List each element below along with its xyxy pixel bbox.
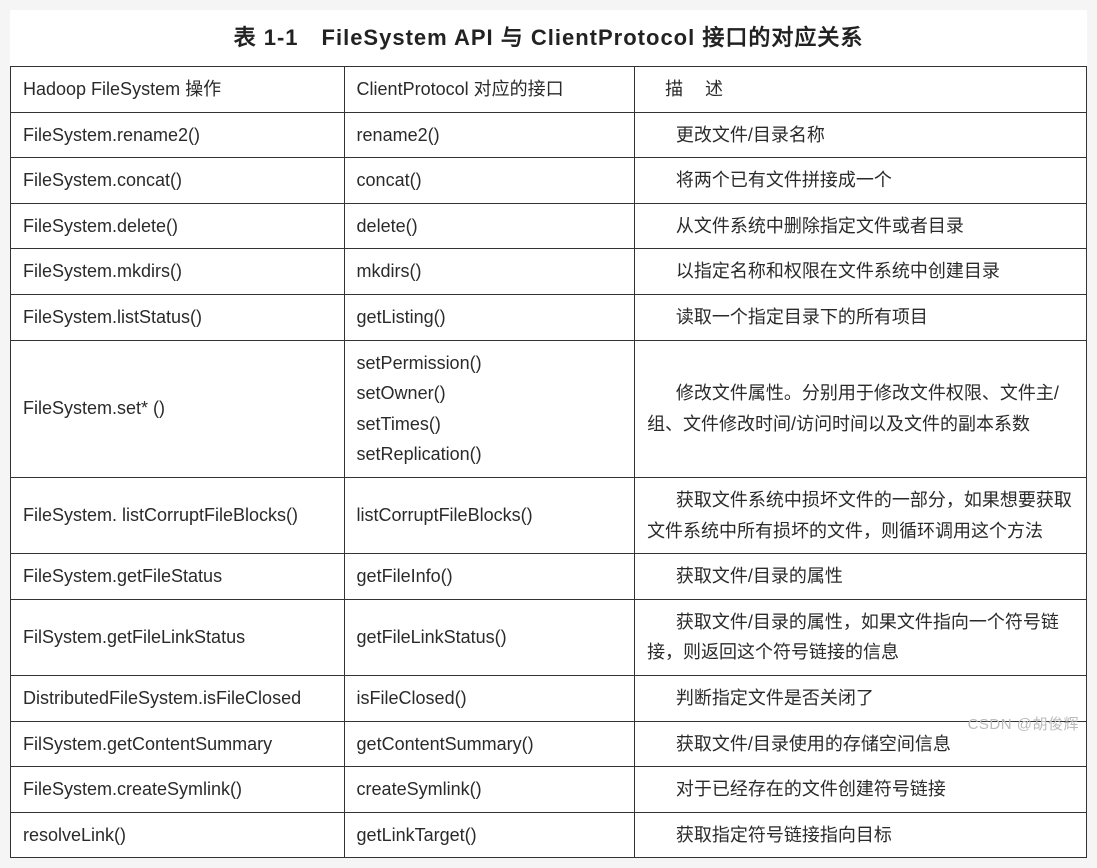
- header-filesystem-op: Hadoop FileSystem 操作: [11, 67, 345, 113]
- table-row: FileSystem.set* () setPermission() setOw…: [11, 340, 1087, 477]
- header-description: 描述: [635, 67, 1087, 113]
- cell-fs: FileSystem.createSymlink(): [11, 767, 345, 813]
- cell-cp: listCorruptFileBlocks(): [344, 477, 635, 553]
- table-row: DistributedFileSystem.isFileClosed isFil…: [11, 675, 1087, 721]
- mapping-table: Hadoop FileSystem 操作 ClientProtocol 对应的接…: [10, 66, 1087, 858]
- cell-desc: 获取指定符号链接指向目标: [635, 812, 1087, 858]
- cell-cp: rename2(): [344, 112, 635, 158]
- table-row: FileSystem. listCorruptFileBlocks() list…: [11, 477, 1087, 553]
- table-caption: 表 1-1 FileSystem API 与 ClientProtocol 接口…: [10, 10, 1087, 66]
- cell-desc: 获取文件/目录的属性: [635, 554, 1087, 600]
- cell-desc: 对于已经存在的文件创建符号链接: [635, 767, 1087, 813]
- cell-cp: getFileLinkStatus(): [344, 599, 635, 675]
- cell-cp: getListing(): [344, 294, 635, 340]
- cell-cp: concat(): [344, 158, 635, 204]
- cell-fs: FileSystem.getFileStatus: [11, 554, 345, 600]
- cell-desc: 以指定名称和权限在文件系统中创建目录: [635, 249, 1087, 295]
- watermark-text: CSDN @胡俊辉: [968, 713, 1079, 734]
- table-row: FileSystem.concat() concat() 将两个已有文件拼接成一…: [11, 158, 1087, 204]
- cell-cp: setPermission() setOwner() setTimes() se…: [344, 340, 635, 477]
- cell-fs: FileSystem. listCorruptFileBlocks(): [11, 477, 345, 553]
- cell-fs: FileSystem.concat(): [11, 158, 345, 204]
- cell-desc: 获取文件系统中损坏文件的一部分，如果想要获取文件系统中所有损坏的文件，则循环调用…: [635, 477, 1087, 553]
- cell-cp: delete(): [344, 203, 635, 249]
- cell-fs: FileSystem.delete(): [11, 203, 345, 249]
- table-header-row: Hadoop FileSystem 操作 ClientProtocol 对应的接…: [11, 67, 1087, 113]
- cell-desc: 获取文件/目录的属性，如果文件指向一个符号链接，则返回这个符号链接的信息: [635, 599, 1087, 675]
- table-row: FilSystem.getFileLinkStatus getFileLinkS…: [11, 599, 1087, 675]
- cell-fs: FilSystem.getFileLinkStatus: [11, 599, 345, 675]
- cell-fs: resolveLink(): [11, 812, 345, 858]
- cell-desc: 读取一个指定目录下的所有项目: [635, 294, 1087, 340]
- cell-desc: 从文件系统中删除指定文件或者目录: [635, 203, 1087, 249]
- cell-desc: 修改文件属性。分别用于修改文件权限、文件主/组、文件修改时间/访问时间以及文件的…: [635, 340, 1087, 477]
- cell-fs: FileSystem.rename2(): [11, 112, 345, 158]
- cell-desc: 将两个已有文件拼接成一个: [635, 158, 1087, 204]
- cell-cp: getFileInfo(): [344, 554, 635, 600]
- cell-cp: createSymlink(): [344, 767, 635, 813]
- table-row: resolveLink() getLinkTarget() 获取指定符号链接指向…: [11, 812, 1087, 858]
- cell-cp: getLinkTarget(): [344, 812, 635, 858]
- table-row: FileSystem.mkdirs() mkdirs() 以指定名称和权限在文件…: [11, 249, 1087, 295]
- cell-cp: isFileClosed(): [344, 675, 635, 721]
- table-row: FileSystem.createSymlink() createSymlink…: [11, 767, 1087, 813]
- cell-fs: FileSystem.mkdirs(): [11, 249, 345, 295]
- table-row: FileSystem.getFileStatus getFileInfo() 获…: [11, 554, 1087, 600]
- cell-fs: FileSystem.set* (): [11, 340, 345, 477]
- cell-fs: DistributedFileSystem.isFileClosed: [11, 675, 345, 721]
- table-row: FileSystem.rename2() rename2() 更改文件/目录名称: [11, 112, 1087, 158]
- header-clientprotocol: ClientProtocol 对应的接口: [344, 67, 635, 113]
- cell-desc: 更改文件/目录名称: [635, 112, 1087, 158]
- cell-cp: mkdirs(): [344, 249, 635, 295]
- cell-fs: FileSystem.listStatus(): [11, 294, 345, 340]
- table-row: FileSystem.listStatus() getListing() 读取一…: [11, 294, 1087, 340]
- table-row: FileSystem.delete() delete() 从文件系统中删除指定文…: [11, 203, 1087, 249]
